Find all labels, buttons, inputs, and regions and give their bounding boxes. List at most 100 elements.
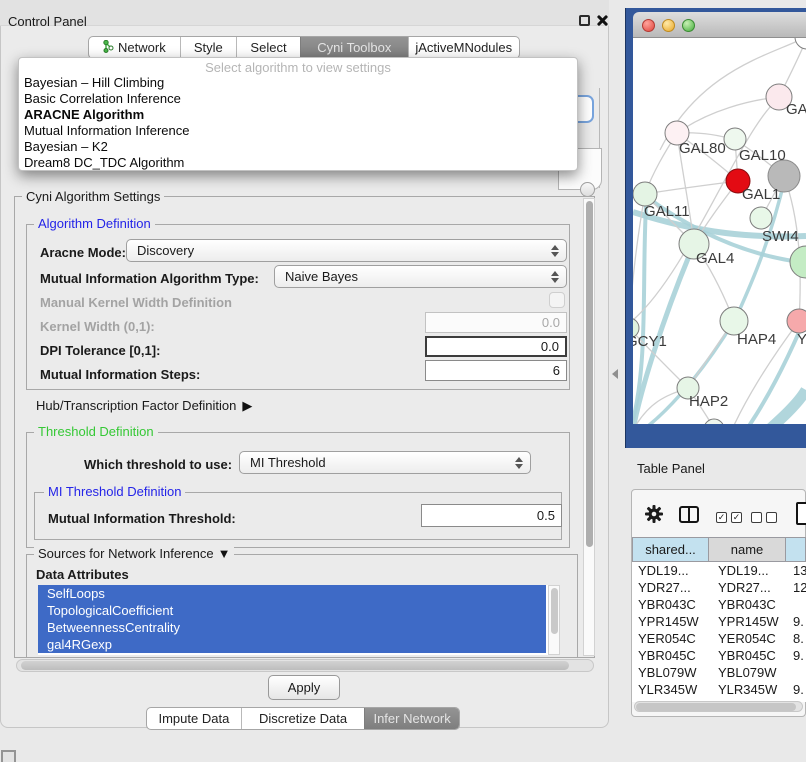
mi-type-value: Naive Bayes [275,269,550,284]
algorithm-definition-title: Algorithm Definition [34,217,155,230]
network-tree-icon [103,40,114,56]
which-threshold-combo[interactable]: MI Threshold [239,451,531,474]
aracne-mode-combo[interactable]: Discovery [126,239,567,262]
mi-type-combo[interactable]: Naive Bayes [274,265,567,288]
dpi-tolerance-field[interactable]: 0.0 [425,336,567,357]
table-row[interactable]: YDL19...YDL19...13 [632,562,806,579]
tab-network-label: Network [118,40,166,55]
collapsed-triangle-icon: ▶ [242,398,252,414]
dropdown-item[interactable]: Bayesian – K2 [19,139,577,155]
network-node-pink[interactable] [787,309,806,333]
network-canvas[interactable]: GAL GAL80 GAL10 GAL1 GAL11 SWI4 GAL4 GCY… [633,38,806,424]
node-table: YDL19...YDL19...13 YDR27...YDR27...12 YB… [632,562,806,702]
aracne-mode-label: Aracne Mode: [40,245,126,260]
dropdown-item[interactable]: Basic Correlation Inference [19,91,577,107]
which-threshold-value: MI Threshold [240,455,514,470]
node-label: GAL [786,101,806,118]
node-label: Y [797,331,806,348]
attribute-item-selected[interactable]: SelfLoops [38,585,546,602]
dropdown-item[interactable]: Bayesian – Hill Climbing [19,75,577,91]
tab-impute-data[interactable]: Impute Data [147,708,241,729]
screen: Control Panel Network Style Select Cyni … [0,0,806,762]
which-threshold-label: Which threshold to use: [84,457,232,472]
manual-kernel-label: Manual Kernel Width Definition [40,295,232,310]
node-label: HAP2 [689,393,728,410]
occluded-knob-fragment [580,182,595,197]
control-panel-title: Control Panel [8,14,87,29]
node-label: GAL10 [739,147,786,164]
table-row[interactable]: YBR043CYBR043C [632,596,806,613]
settings-horizontal-scrollbar-thumb[interactable] [21,661,569,670]
network-node[interactable] [790,246,806,278]
combo-spinner-icon [550,245,559,257]
column-header-shared-name[interactable]: shared... [632,537,709,562]
network-window-titlebar[interactable] [633,12,806,38]
close-icon[interactable] [595,13,609,27]
dropdown-item[interactable]: Mutual Information Inference [19,123,577,139]
checked-box-icon: ✓ [716,512,727,523]
table-row[interactable]: YBR045CYBR045C9. [632,647,806,664]
table-row[interactable]: YLR345WYLR345W9. [632,681,806,698]
float-window-icon[interactable] [579,15,590,26]
table-horizontal-scrollbar[interactable] [634,701,803,712]
attributes-list-scrollbar[interactable] [548,585,560,655]
columns-icon[interactable] [679,506,699,523]
table-row[interactable]: YBL079WYBL079W [632,664,806,681]
attributes-list-scrollbar-thumb[interactable] [551,588,558,634]
sources-group-title[interactable]: Sources for Network Inference▼ [34,547,234,560]
table-row[interactable]: YER054CYER054C8. [632,630,806,647]
table-panel-title: Table Panel [637,461,705,476]
tab-cyni-toolbox[interactable]: Cyni Toolbox [300,37,408,58]
settings-vertical-scrollbar-thumb[interactable] [586,201,593,547]
node-label: GAL4 [696,250,734,267]
deselect-all-checks-icon[interactable] [751,512,777,523]
cyni-bottom-tabbar: Impute Data Discretize Data Infer Networ… [146,707,460,730]
node-label: GAL1 [742,186,780,203]
mi-steps-field[interactable]: 6 [425,360,567,381]
checked-box-icon: ✓ [731,512,742,523]
table-horizontal-scrollbar-thumb[interactable] [636,703,796,711]
aracne-mode-value: Discovery [127,243,550,258]
tab-style[interactable]: Style [180,37,236,58]
hub-section-toggle[interactable]: Hub/Transcription Factor Definition▶ [36,398,252,414]
network-node-swi4[interactable] [750,207,772,229]
dpi-tolerance-label: DPI Tolerance [0,1]: [40,343,160,358]
select-all-checks-icon[interactable]: ✓ ✓ [716,512,742,523]
minimized-panel-icon[interactable] [1,750,16,762]
panel-splitter-handle[interactable] [612,369,618,379]
dropdown-item[interactable]: Dream8 DC_TDC Algorithm [19,155,577,171]
tab-jactivemnodules[interactable]: jActiveMNodules [408,37,519,58]
network-node[interactable] [704,419,724,424]
minimize-traffic-light-icon[interactable] [662,19,675,32]
mi-steps-label: Mutual Information Steps: [40,367,200,382]
tab-discretize-data[interactable]: Discretize Data [241,708,364,729]
zoom-traffic-light-icon[interactable] [682,19,695,32]
tab-network[interactable]: Network [89,37,180,58]
apply-button[interactable]: Apply [268,675,340,700]
algorithm-dropdown-list: Select algorithm to view settings Bayesi… [18,57,578,171]
mi-type-label: Mutual Information Algorithm Type: [40,271,259,286]
network-node[interactable] [795,38,806,49]
node-label: SWI4 [762,228,799,245]
network-node-labels: GAL GAL80 GAL10 GAL1 GAL11 SWI4 GAL4 GCY… [633,101,806,410]
document-icon[interactable] [796,502,806,525]
dropdown-item-selected[interactable]: ARACNE Algorithm [19,107,577,123]
settings-vertical-scrollbar[interactable] [583,198,595,656]
table-row[interactable]: YDR27...YDR27...12 [632,579,806,596]
attribute-item-selected[interactable]: BetweennessCentrality [38,619,546,636]
control-panel-titlebar [0,0,609,26]
column-header-name[interactable]: name [708,537,786,562]
tab-select[interactable]: Select [236,37,300,58]
table-row[interactable]: YPR145WYPR145W9. [632,613,806,630]
attribute-item-selected[interactable]: gal4RGexp [38,636,546,653]
node-label: GAL80 [679,140,726,157]
control-panel-tabbar: Network Style Select Cyni Toolbox jActiv… [88,36,520,59]
gear-icon[interactable] [645,505,663,526]
mi-threshold-field[interactable]: 0.5 [421,504,562,527]
close-traffic-light-icon[interactable] [642,19,655,32]
tab-infer-network[interactable]: Infer Network [364,708,459,729]
attribute-item-selected[interactable]: TopologicalCoefficient [38,602,546,619]
threshold-definition-title: Threshold Definition [34,425,158,438]
settings-horizontal-scrollbar[interactable] [16,659,594,672]
column-header-partial[interactable] [785,537,806,562]
